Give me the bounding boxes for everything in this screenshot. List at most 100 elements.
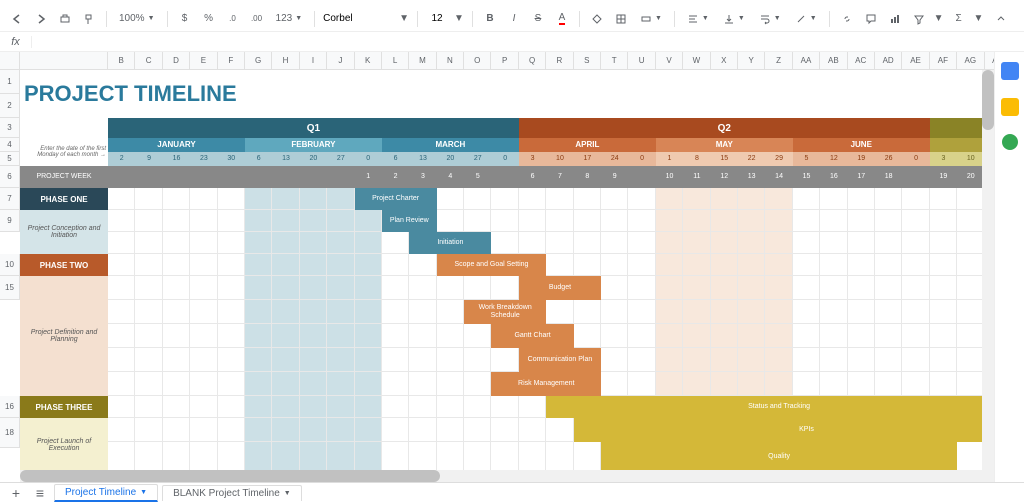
currency-format-button[interactable]: $ [176, 10, 194, 28]
formula-input[interactable] [32, 32, 1024, 51]
column-header[interactable]: B [108, 52, 135, 70]
column-header[interactable]: M [409, 52, 436, 70]
size-chevron-icon[interactable]: ▼ [454, 13, 464, 24]
sheet-tab-blank[interactable]: BLANK Project Timeline▼ [162, 485, 302, 501]
column-header[interactable]: W [683, 52, 710, 70]
link-button[interactable] [838, 10, 856, 28]
borders-button[interactable] [612, 10, 630, 28]
column-header[interactable]: U [628, 52, 655, 70]
dec-decimal-button[interactable]: .0 [224, 10, 242, 28]
cell [190, 232, 217, 254]
functions-button[interactable]: Σ [950, 10, 968, 28]
column-header[interactable]: P [491, 52, 518, 70]
column-header[interactable]: E [190, 52, 217, 70]
sheet-menu-icon[interactable]: ▼ [140, 489, 147, 496]
column-header[interactable]: Y [738, 52, 765, 70]
halign-dropdown[interactable]: ▼ [683, 10, 713, 28]
chart-button[interactable] [886, 10, 904, 28]
row-header[interactable]: 4 [0, 138, 20, 152]
corner-cell[interactable] [0, 52, 20, 70]
column-header[interactable]: AG [957, 52, 984, 70]
row-header[interactable]: 7 [0, 188, 20, 210]
cell [574, 188, 601, 210]
paint-format-button[interactable] [80, 10, 98, 28]
row-header[interactable]: 18 [0, 418, 20, 448]
column-header[interactable]: AA [793, 52, 820, 70]
spreadsheet-grid[interactable]: BCDEFGHIJKLMNOPQRSTUVWXYZAAABACADAEAFAGA… [0, 52, 994, 482]
column-header[interactable]: Z [765, 52, 792, 70]
row-header[interactable]: 2 [0, 94, 20, 118]
row-header[interactable]: 3 [0, 118, 20, 138]
calendar-addon-icon[interactable] [1001, 62, 1019, 80]
zoom-dropdown[interactable]: 100%▼ [115, 10, 159, 28]
sheet-tab-project-timeline[interactable]: Project Timeline▼ [54, 484, 158, 502]
all-sheets-button[interactable]: ≡ [30, 485, 50, 501]
font-size-input[interactable] [426, 13, 448, 24]
column-header[interactable]: D [163, 52, 190, 70]
filter-chevron-icon[interactable]: ▼ [934, 13, 944, 24]
row-header[interactable]: 10 [0, 254, 20, 276]
column-header[interactable]: N [437, 52, 464, 70]
add-sheet-button[interactable]: + [6, 485, 26, 501]
strike-button[interactable]: S [529, 10, 547, 28]
horizontal-scrollbar[interactable] [20, 470, 982, 482]
column-header[interactable]: I [300, 52, 327, 70]
cell [218, 276, 245, 300]
column-header[interactable]: AD [875, 52, 902, 70]
redo-button[interactable] [32, 10, 50, 28]
column-header[interactable]: K [355, 52, 382, 70]
valign-dropdown[interactable]: ▼ [719, 10, 749, 28]
functions-chevron-icon[interactable]: ▼ [974, 13, 984, 24]
row-header[interactable]: 5 [0, 152, 20, 166]
column-header[interactable]: AH [985, 52, 995, 70]
inc-decimal-button[interactable]: .00 [248, 10, 266, 28]
text-color-button[interactable]: A [553, 10, 571, 28]
column-header[interactable]: V [656, 52, 683, 70]
percent-format-button[interactable]: % [200, 10, 218, 28]
shade [711, 276, 738, 300]
comment-button[interactable] [862, 10, 880, 28]
column-header[interactable]: AE [902, 52, 929, 70]
rotate-dropdown[interactable]: ▼ [791, 10, 821, 28]
italic-button[interactable]: I [505, 10, 523, 28]
fill-color-button[interactable] [588, 10, 606, 28]
row-header[interactable]: 6 [0, 166, 20, 188]
row-header[interactable]: 9 [0, 210, 20, 232]
column-header[interactable]: AB [820, 52, 847, 70]
tasks-addon-icon[interactable] [1002, 134, 1018, 150]
column-header[interactable]: C [135, 52, 162, 70]
zoom-value: 100% [119, 13, 145, 24]
font-select[interactable] [323, 13, 393, 24]
column-header[interactable]: J [327, 52, 354, 70]
column-header[interactable]: AF [930, 52, 957, 70]
row-header[interactable]: 16 [0, 396, 20, 418]
row-header[interactable]: 15 [0, 276, 20, 300]
row-header[interactable]: 1 [0, 70, 20, 94]
column-header[interactable] [20, 52, 108, 70]
column-header[interactable]: S [574, 52, 601, 70]
wrap-dropdown[interactable]: ▼ [755, 10, 785, 28]
merge-dropdown[interactable]: ▼ [636, 10, 666, 28]
column-header[interactable]: T [601, 52, 628, 70]
filter-button[interactable] [910, 10, 928, 28]
vertical-scrollbar[interactable] [982, 70, 994, 482]
column-header[interactable]: H [272, 52, 299, 70]
font-chevron-icon[interactable]: ▼ [399, 13, 409, 24]
sheet-menu-icon[interactable]: ▼ [284, 490, 291, 497]
column-header[interactable]: L [382, 52, 409, 70]
number-format-dropdown[interactable]: 123▼ [272, 10, 307, 28]
keep-addon-icon[interactable] [1001, 98, 1019, 116]
column-header[interactable]: R [546, 52, 573, 70]
bold-button[interactable]: B [481, 10, 499, 28]
column-header[interactable]: AC [848, 52, 875, 70]
column-header[interactable]: F [218, 52, 245, 70]
print-button[interactable] [56, 10, 74, 28]
column-header[interactable]: X [711, 52, 738, 70]
column-header[interactable]: O [464, 52, 491, 70]
cell [382, 442, 409, 472]
shade [300, 324, 327, 348]
column-header[interactable]: G [245, 52, 272, 70]
collapse-toolbar-button[interactable] [992, 10, 1010, 28]
column-header[interactable]: Q [519, 52, 546, 70]
undo-button[interactable] [8, 10, 26, 28]
